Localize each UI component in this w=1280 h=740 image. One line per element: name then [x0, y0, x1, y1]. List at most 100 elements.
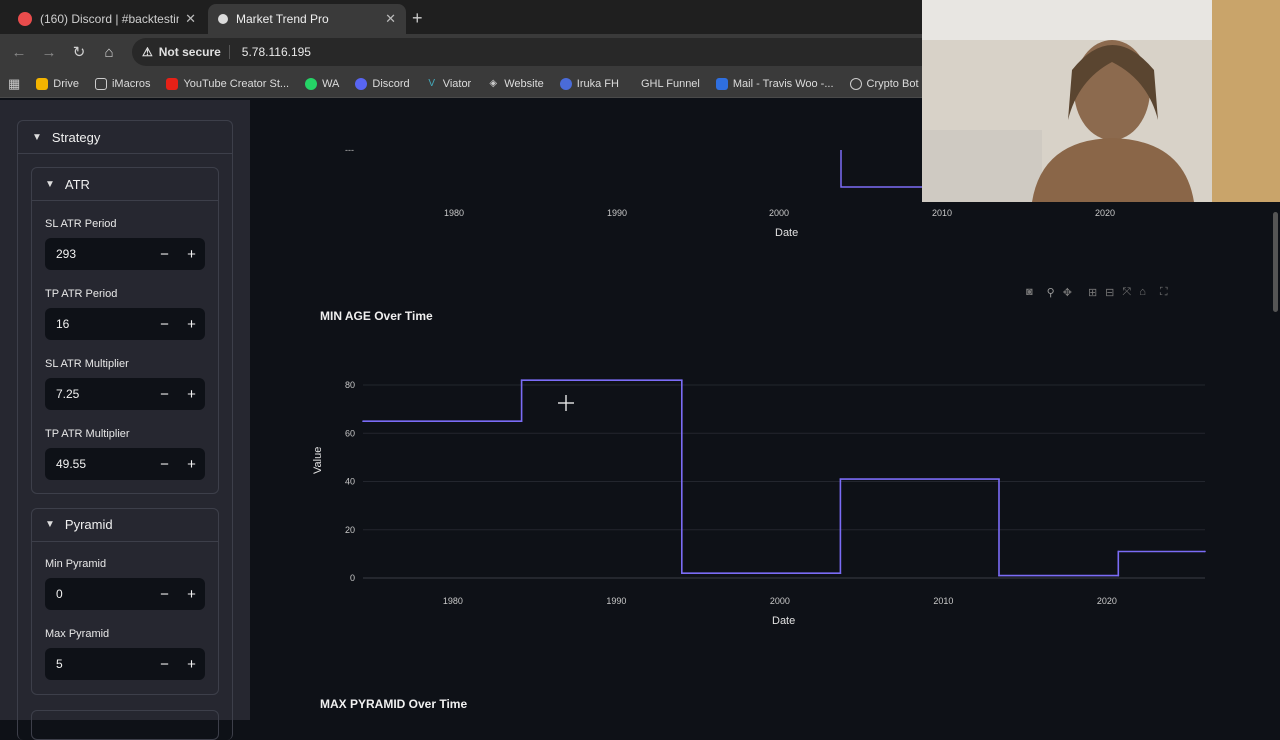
decrement-button[interactable]: − [151, 456, 178, 473]
pyramid-header[interactable]: ▼ Pyramid [45, 517, 113, 532]
max-pyramid-input[interactable]: 5 − + [45, 648, 205, 680]
main-scrollbar[interactable] [1273, 212, 1278, 312]
data-point [520, 379, 523, 382]
bookmark-iruka[interactable]: Iruka FH [559, 77, 619, 90]
increment-button[interactable]: + [178, 586, 205, 603]
x-tick-label: 2010 [933, 596, 953, 606]
data-point [1117, 550, 1120, 553]
tp-atr-period-label: TP ATR Period [45, 288, 118, 300]
tab-market-trend-pro[interactable]: Market Trend Pro ✕ [208, 4, 406, 34]
apps-grid-icon[interactable]: ▦ [8, 76, 20, 92]
sl-atr-period-input[interactable]: 293 − + [45, 238, 205, 270]
data-point [839, 572, 842, 574]
sl-atr-period-label: SL ATR Period [45, 218, 117, 230]
webcam-overlay [922, 0, 1280, 202]
new-tab-plus-icon[interactable]: + [412, 8, 423, 29]
decrement-button[interactable]: − [151, 316, 178, 333]
bookmark-crypto-bot[interactable]: Crypto Bot [849, 77, 919, 90]
increment-button[interactable]: + [178, 456, 205, 473]
min-age-series-line [363, 379, 1205, 577]
x-tick-label: 2000 [770, 596, 790, 606]
min-pyramid-input[interactable]: 0 − + [45, 578, 205, 610]
atr-header[interactable]: ▼ ATR [45, 177, 90, 192]
tp-atr-period-input[interactable]: 16 − + [45, 308, 205, 340]
crosshair-cursor-icon [558, 395, 574, 411]
y-tick-label: 80 [345, 380, 355, 390]
max-pyramid-value[interactable]: 5 [45, 657, 151, 671]
url-text[interactable]: 5.78.116.195 [242, 45, 311, 59]
drive-icon [36, 77, 49, 90]
mail-icon [715, 77, 728, 90]
next-chart-title: MAX PYRAMID Over Time [320, 697, 468, 711]
bookmark-wa[interactable]: WA [305, 77, 339, 90]
reload-icon[interactable]: ↻ [64, 43, 94, 61]
bookmark-youtube[interactable]: YouTube Creator St... [166, 77, 289, 90]
warning-icon: ⚠ [142, 45, 153, 59]
increment-button[interactable]: + [178, 656, 205, 673]
decrement-button[interactable]: − [151, 246, 178, 263]
x-tick-label: 1990 [606, 596, 626, 606]
next-expander[interactable] [31, 710, 219, 740]
sl-atr-period-value[interactable]: 293 [45, 247, 151, 261]
tp-atr-multiplier-input[interactable]: 49.55 − + [45, 448, 205, 480]
tp-atr-period-value[interactable]: 16 [45, 317, 151, 331]
strategy-label: Strategy [51, 130, 101, 145]
data-point [520, 420, 523, 423]
close-tab-icon[interactable]: ✕ [385, 11, 396, 27]
y-tick-label: 60 [345, 428, 355, 438]
sl-atr-multiplier-input[interactable]: 7.25 − + [45, 378, 205, 410]
tp-atr-multiplier-label: TP ATR Multiplier [45, 428, 130, 440]
data-point [998, 478, 1000, 480]
bookmark-mail[interactable]: Mail - Travis Woo -... [715, 77, 834, 90]
y-tick-label: 20 [345, 525, 355, 535]
increment-button[interactable]: + [178, 316, 205, 333]
tab-title: Market Trend Pro [236, 12, 329, 26]
max-pyramid-label: Max Pyramid [45, 628, 110, 640]
bookmark-viator[interactable]: V Viator [426, 77, 471, 90]
website-icon: ◈ [489, 77, 498, 89]
iruka-icon [559, 77, 572, 90]
back-arrow-icon[interactable]: ← [4, 44, 34, 61]
bookmark-imacros[interactable]: iMacros [94, 77, 150, 90]
folder-icon [94, 77, 107, 90]
increment-button[interactable]: + [178, 386, 205, 403]
tab-title: (160) Discord | #backtesting-to [40, 12, 179, 26]
decrement-button[interactable]: − [151, 386, 178, 403]
min-pyramid-label: Min Pyramid [45, 558, 107, 570]
sl-atr-multiplier-value[interactable]: 7.25 [45, 387, 151, 401]
security-label[interactable]: Not secure [159, 45, 230, 59]
chevron-down-icon: ▼ [45, 179, 55, 190]
home-icon[interactable]: ⌂ [94, 44, 124, 61]
decrement-button[interactable]: − [151, 586, 178, 603]
bookmark-website[interactable]: ◈ Website [487, 77, 543, 90]
data-point [681, 572, 683, 574]
bookmark-discord[interactable]: Discord [355, 77, 410, 90]
whatsapp-icon [305, 77, 318, 90]
strategy-header[interactable]: ▼ Strategy [32, 130, 100, 145]
data-point [362, 420, 364, 423]
discord-favicon-icon [18, 12, 32, 26]
youtube-icon [166, 77, 179, 90]
bookmark-ghl[interactable]: GHL Funnel [641, 78, 700, 90]
globe-icon [849, 77, 862, 90]
decrement-button[interactable]: − [151, 656, 178, 673]
data-point [681, 379, 683, 382]
chevron-down-icon: ▼ [45, 519, 55, 530]
x-axis-title: Date [772, 615, 796, 627]
chevron-down-icon: ▼ [32, 132, 42, 143]
forward-arrow-icon[interactable]: → [34, 44, 64, 61]
y-tick-label: 40 [345, 477, 355, 487]
viator-icon: V [428, 77, 436, 89]
min-pyramid-value[interactable]: 0 [45, 587, 151, 601]
increment-button[interactable]: + [178, 246, 205, 263]
tp-atr-multiplier-value[interactable]: 49.55 [45, 457, 151, 471]
data-point [839, 478, 842, 480]
bookmark-drive[interactable]: Drive [36, 77, 79, 90]
tab-discord[interactable]: (160) Discord | #backtesting-to ✕ [8, 4, 206, 34]
webcam-video [922, 0, 1280, 202]
close-tab-icon[interactable]: ✕ [185, 11, 196, 27]
x-tick-label: 1980 [443, 596, 463, 606]
data-point [998, 574, 1000, 577]
app-favicon-icon [218, 14, 228, 24]
data-point [1204, 550, 1206, 553]
